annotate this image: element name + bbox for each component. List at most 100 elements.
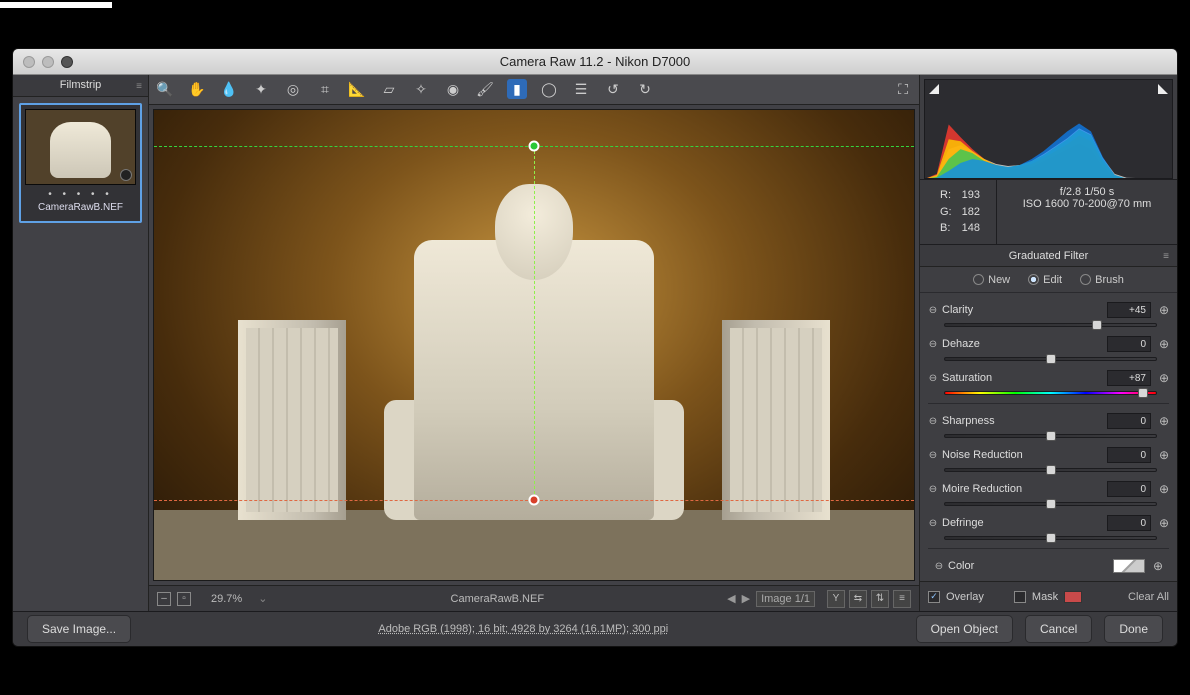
gradient-handle-start[interactable] <box>529 140 540 151</box>
overlay-label: Overlay <box>946 591 984 603</box>
targeted-adjustment-tool-icon[interactable]: ◎ <box>283 79 303 99</box>
dehaze-slider[interactable] <box>944 357 1157 361</box>
zoom-tool-icon[interactable]: 🔍 <box>155 79 175 99</box>
titlebar: Camera Raw 11.2 - Nikon D7000 <box>13 49 1177 75</box>
mode-brush[interactable]: Brush <box>1080 274 1124 286</box>
save-image-button[interactable]: Save Image... <box>27 615 131 643</box>
defringe-expand-icon[interactable]: ⊕ <box>1157 516 1171 530</box>
traffic-close[interactable] <box>23 56 35 68</box>
rgb-g-label: G: <box>936 205 956 220</box>
sharpness-slider[interactable] <box>944 434 1157 438</box>
zoom-square-icon[interactable]: ▫ <box>177 592 191 606</box>
thumbnail-card[interactable]: • • • • • CameraRawB.NEF <box>19 103 142 223</box>
noise-collapse-icon[interactable]: ⊖ <box>926 448 940 462</box>
red-eye-tool-icon[interactable]: ◉ <box>443 79 463 99</box>
fullscreen-toggle-icon[interactable]: ⛶ <box>893 79 913 99</box>
transform-tool-icon[interactable]: ▱ <box>379 79 399 99</box>
window-controls[interactable] <box>23 56 73 68</box>
color-expand-icon[interactable]: ⊕ <box>1151 559 1165 573</box>
noise-slider[interactable] <box>944 468 1157 472</box>
noise-expand-icon[interactable]: ⊕ <box>1157 448 1171 462</box>
clear-all-button[interactable]: Clear All <box>1128 591 1169 603</box>
statusbar-filename: CameraRawB.NEF <box>267 593 727 605</box>
moire-expand-icon[interactable]: ⊕ <box>1157 482 1171 496</box>
zoom-fit-icon[interactable]: – <box>157 592 171 606</box>
sharpness-collapse-icon[interactable]: ⊖ <box>926 414 940 428</box>
open-object-button[interactable]: Open Object <box>916 615 1013 643</box>
panel-menu-icon[interactable]: ≡ <box>1163 251 1169 262</box>
rgb-readout: R:193 G:182 B:148 <box>920 180 997 245</box>
crop-tool-icon[interactable]: ⌗ <box>315 79 335 99</box>
adjustment-brush-tool-icon[interactable]: 🖌 <box>475 79 495 99</box>
mode-edit[interactable]: Edit <box>1028 274 1062 286</box>
histogram[interactable] <box>924 79 1173 179</box>
prev-image-icon[interactable]: ◀ <box>727 592 735 605</box>
next-image-icon[interactable]: ▶ <box>742 592 750 605</box>
image-canvas[interactable] <box>153 109 915 582</box>
right-panel: R:193 G:182 B:148 f/2.8 1/50 s ISO 1600 … <box>919 75 1177 612</box>
gradient-handle-end[interactable] <box>529 494 540 505</box>
app-window: Camera Raw 11.2 - Nikon D7000 Filmstrip … <box>12 48 1178 647</box>
saturation-value[interactable] <box>1107 370 1151 386</box>
saturation-expand-icon[interactable]: ⊕ <box>1157 371 1171 385</box>
overlay-checkbox[interactable]: ✓ <box>928 591 940 603</box>
toolbar: 🔍 ✋ 💧 ✦ ◎ ⌗ 📐 ▱ ✧ ◉ 🖌 ▮ ◯ ☰ ↺ ↻ ⛶ <box>149 75 919 105</box>
zoom-level[interactable]: 29.7% <box>211 593 242 605</box>
gradient-line-direction[interactable] <box>534 146 535 499</box>
defringe-collapse-icon[interactable]: ⊖ <box>926 516 940 530</box>
mode-new[interactable]: New <box>973 274 1010 286</box>
thumbnail-badge-icon <box>120 169 132 181</box>
color-collapse-icon[interactable]: ⊖ <box>932 559 946 573</box>
saturation-collapse-icon[interactable]: ⊖ <box>926 371 940 385</box>
sharpness-expand-icon[interactable]: ⊕ <box>1157 414 1171 428</box>
mask-checkbox[interactable]: ✓ <box>1014 591 1026 603</box>
traffic-zoom[interactable] <box>61 56 73 68</box>
settings-icon[interactable]: ≡ <box>893 590 911 608</box>
clarity-slider[interactable] <box>944 323 1157 327</box>
defringe-slider[interactable] <box>944 536 1157 540</box>
mask-label: Mask <box>1032 591 1058 603</box>
white-balance-tool-icon[interactable]: 💧 <box>219 79 239 99</box>
radial-filter-tool-icon[interactable]: ◯ <box>539 79 559 99</box>
zoom-dropdown-icon[interactable]: ⌄ <box>258 592 267 605</box>
rgb-g-value: 182 <box>958 205 984 220</box>
presets-icon[interactable]: ☰ <box>571 79 591 99</box>
rotate-ccw-icon[interactable]: ↺ <box>603 79 623 99</box>
defringe-value[interactable] <box>1107 515 1151 531</box>
filmstrip-header: Filmstrip ≡ <box>13 75 148 97</box>
clarity-collapse-icon[interactable]: ⊖ <box>926 303 940 317</box>
moire-value[interactable] <box>1107 481 1151 497</box>
color-swatch[interactable] <box>1113 559 1145 573</box>
exif-exposure: f/2.8 1/50 s <box>1001 186 1173 198</box>
hand-tool-icon[interactable]: ✋ <box>187 79 207 99</box>
clarity-value[interactable] <box>1107 302 1151 318</box>
graduated-filter-tool-icon[interactable]: ▮ <box>507 79 527 99</box>
filmstrip-menu-icon[interactable]: ≡ <box>136 81 142 92</box>
noise-value[interactable] <box>1107 447 1151 463</box>
color-sampler-tool-icon[interactable]: ✦ <box>251 79 271 99</box>
moire-slider[interactable] <box>944 502 1157 506</box>
clarity-expand-icon[interactable]: ⊕ <box>1157 303 1171 317</box>
moire-collapse-icon[interactable]: ⊖ <box>926 482 940 496</box>
thumbnail-filename: CameraRawB.NEF <box>25 202 136 217</box>
sharpness-value[interactable] <box>1107 413 1151 429</box>
traffic-minimize[interactable] <box>42 56 54 68</box>
cancel-button[interactable]: Cancel <box>1025 615 1092 643</box>
spot-removal-tool-icon[interactable]: ✧ <box>411 79 431 99</box>
image-counter[interactable]: Image 1/1 <box>756 591 815 607</box>
rotate-cw-icon[interactable]: ↻ <box>635 79 655 99</box>
dehaze-label: Dehaze <box>940 338 1101 350</box>
straighten-tool-icon[interactable]: 📐 <box>347 79 367 99</box>
swap-icon[interactable]: ⇅ <box>871 590 889 608</box>
compare-y-icon[interactable]: Y <box>827 590 845 608</box>
mask-color-swatch[interactable] <box>1064 591 1082 603</box>
dehaze-value[interactable] <box>1107 336 1151 352</box>
dehaze-expand-icon[interactable]: ⊕ <box>1157 337 1171 351</box>
workflow-options-link[interactable]: Adobe RGB (1998); 16 bit; 4928 by 3264 (… <box>131 623 916 635</box>
thumbnail-rating[interactable]: • • • • • <box>25 185 136 202</box>
before-after-icon[interactable]: ⇆ <box>849 590 867 608</box>
exif-iso-lens: ISO 1600 70-200@70 mm <box>1001 198 1173 210</box>
saturation-slider[interactable] <box>944 391 1157 395</box>
dehaze-collapse-icon[interactable]: ⊖ <box>926 337 940 351</box>
done-button[interactable]: Done <box>1104 615 1163 643</box>
